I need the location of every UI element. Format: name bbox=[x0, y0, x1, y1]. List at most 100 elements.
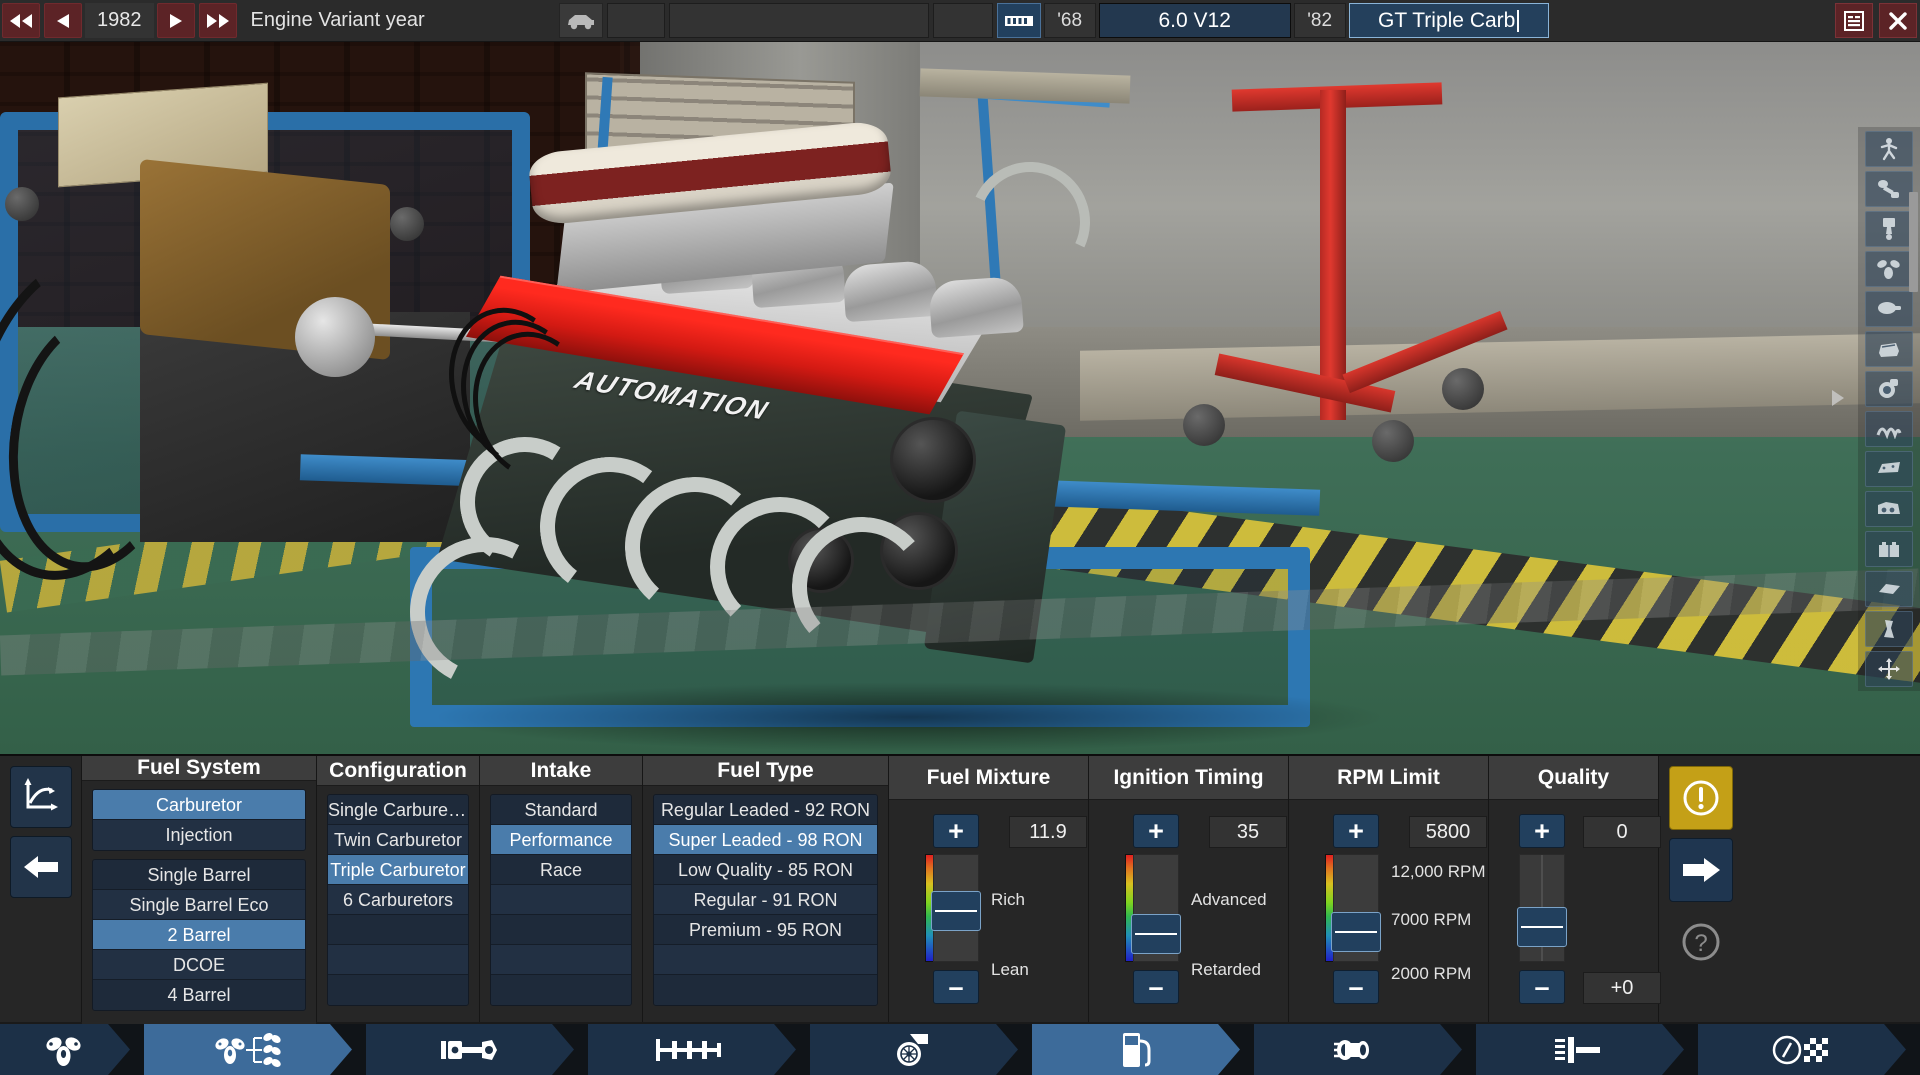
engine-variant-name-input[interactable]: GT Triple Carb bbox=[1348, 3, 1549, 38]
viewport-tool-battery-icon[interactable] bbox=[1865, 531, 1913, 567]
option-6-carburetors[interactable]: 6 Carburetors bbox=[328, 885, 468, 915]
viewport-tool-turbocharger-icon[interactable] bbox=[1865, 371, 1913, 407]
engine-year-value[interactable]: 1982 bbox=[85, 3, 154, 38]
rpm-limit-tick-mid: 7000 RPM bbox=[1391, 910, 1472, 929]
fuel-mixture-increase-button[interactable]: + bbox=[933, 814, 979, 848]
back-button[interactable] bbox=[9, 836, 72, 898]
quality-decrease-button[interactable]: – bbox=[1519, 970, 1565, 1004]
model-name-field[interactable] bbox=[668, 3, 929, 38]
quality-track[interactable] bbox=[1517, 854, 1567, 962]
rpm-limit-value[interactable]: 5800 bbox=[1409, 816, 1487, 848]
quality-value[interactable]: 0 bbox=[1583, 816, 1661, 848]
ignition-timing-value[interactable]: 35 bbox=[1209, 816, 1287, 848]
option-standard[interactable]: Standard bbox=[491, 795, 631, 825]
tab-turbocharger[interactable] bbox=[810, 1024, 1018, 1075]
ignition-timing-increase-button[interactable]: + bbox=[1133, 814, 1179, 848]
column-body: Carburetor Injection Single Barrel Singl… bbox=[82, 781, 316, 1027]
viewport-tool-piston-icon[interactable] bbox=[1865, 211, 1913, 247]
fuel-mixture-slider: + 11.9 Rich Lean – bbox=[899, 808, 1087, 1014]
next-button[interactable] bbox=[1669, 838, 1733, 902]
rpm-limit-thumb[interactable] bbox=[1331, 912, 1381, 953]
option-triple-carburetor[interactable]: Triple Carburetor bbox=[328, 855, 468, 885]
option-super-leaded-98[interactable]: Super Leaded - 98 RON bbox=[654, 825, 877, 855]
fuel-mixture-thumb[interactable] bbox=[931, 891, 981, 932]
viewport-expand-button[interactable] bbox=[1826, 387, 1848, 409]
engine-3d-viewport[interactable]: DANGER bbox=[0, 42, 1920, 754]
tab-valvetrain[interactable] bbox=[588, 1024, 796, 1075]
fuel-mixture-value[interactable]: 11.9 bbox=[1009, 816, 1087, 848]
viewport-tool-crankshaft-icon[interactable] bbox=[1865, 171, 1913, 207]
fuel-mixture-tick-lean: Lean bbox=[991, 960, 1029, 979]
engine-family-name[interactable]: 6.0 V12 bbox=[1098, 3, 1291, 38]
help-button[interactable]: ? bbox=[1669, 910, 1733, 974]
minus-icon: – bbox=[1534, 971, 1550, 1002]
viewport-tool-walk-mode-icon[interactable] bbox=[1865, 131, 1913, 167]
minus-icon: – bbox=[1348, 971, 1364, 1002]
quality-thumb[interactable] bbox=[1517, 906, 1567, 947]
tab-bottom-end[interactable] bbox=[366, 1024, 574, 1075]
option-performance[interactable]: Performance bbox=[491, 825, 631, 855]
viewport-tool-valves-icon[interactable] bbox=[1865, 251, 1913, 287]
option-single-barrel-eco[interactable]: Single Barrel Eco bbox=[93, 890, 305, 920]
tab-fuel-system-detail[interactable] bbox=[144, 1024, 352, 1075]
option-4-barrel[interactable]: 4 Barrel bbox=[93, 980, 305, 1010]
viewport-tool-move-camera-icon[interactable] bbox=[1865, 651, 1913, 687]
option-single-barrel[interactable]: Single Barrel bbox=[93, 860, 305, 890]
viewport-tool-oilpan-icon[interactable] bbox=[1865, 291, 1913, 327]
list-view-button[interactable] bbox=[1835, 3, 1873, 38]
fuel-mixture-track[interactable] bbox=[931, 854, 981, 962]
tab-fuel[interactable] bbox=[1032, 1024, 1240, 1075]
muffler-icon bbox=[1332, 1035, 1384, 1065]
option-empty bbox=[328, 945, 468, 975]
column-configuration: Configuration Single Carburetor Twin Car… bbox=[317, 756, 480, 1022]
viewport-tool-engine-block-icon[interactable] bbox=[1865, 491, 1913, 527]
option-single-carburetor[interactable]: Single Carburetor bbox=[328, 795, 468, 825]
first-year-button[interactable] bbox=[2, 3, 40, 38]
option-regular-91[interactable]: Regular - 91 RON bbox=[654, 885, 877, 915]
exhaust-headers-icon bbox=[1876, 427, 1902, 439]
muffler-icon bbox=[1884, 620, 1894, 638]
tab-results[interactable] bbox=[1698, 1024, 1906, 1075]
option-regular-leaded-92[interactable]: Regular Leaded - 92 RON bbox=[654, 795, 877, 825]
next-year-button[interactable] bbox=[156, 3, 195, 38]
engine-family-year[interactable]: '68 bbox=[1043, 3, 1096, 38]
car-button[interactable] bbox=[558, 3, 603, 38]
power-curve-button[interactable] bbox=[9, 766, 72, 828]
warning-button[interactable] bbox=[1669, 766, 1733, 830]
ignition-timing-thumb[interactable] bbox=[1131, 914, 1181, 955]
rpm-limit-decrease-button[interactable]: – bbox=[1333, 970, 1379, 1004]
rpm-limit-track[interactable] bbox=[1331, 854, 1381, 962]
option-2-barrel[interactable]: 2 Barrel bbox=[93, 920, 305, 950]
tab-exhaust[interactable] bbox=[1254, 1024, 1462, 1075]
camshaft-icon bbox=[654, 1037, 730, 1063]
viewport-tool-valve-cover-icon[interactable] bbox=[1865, 451, 1913, 487]
option-empty bbox=[654, 975, 877, 1005]
tab-tuning[interactable] bbox=[1476, 1024, 1684, 1075]
option-dcoe[interactable]: DCOE bbox=[93, 950, 305, 980]
option-race[interactable]: Race bbox=[491, 855, 631, 885]
rpm-limit-increase-button[interactable]: + bbox=[1333, 814, 1379, 848]
rpm-limit-tick-max: 12,000 RPM bbox=[1391, 862, 1486, 881]
option-low-quality-85[interactable]: Low Quality - 85 RON bbox=[654, 855, 877, 885]
top-bar-spacer-b bbox=[932, 3, 993, 38]
prev-year-button[interactable] bbox=[44, 3, 82, 38]
viewport-tool-radiator-icon[interactable] bbox=[1865, 571, 1913, 607]
fuel-mixture-decrease-button[interactable]: – bbox=[933, 970, 979, 1004]
last-year-button[interactable] bbox=[198, 3, 237, 38]
viewport-tool-intake-manifold-icon[interactable] bbox=[1865, 331, 1913, 367]
engine-variant-year[interactable]: '82 bbox=[1293, 3, 1346, 38]
tab-fuel-system-overview[interactable] bbox=[0, 1024, 130, 1075]
quality-increase-button[interactable]: + bbox=[1519, 814, 1565, 848]
close-button[interactable] bbox=[1879, 3, 1917, 38]
option-carburetor[interactable]: Carburetor bbox=[93, 790, 305, 820]
ignition-timing-track[interactable] bbox=[1131, 854, 1181, 962]
viewport-scrollbar[interactable] bbox=[1909, 192, 1918, 292]
option-premium-95[interactable]: Premium - 95 RON bbox=[654, 915, 877, 945]
option-injection[interactable]: Injection bbox=[93, 820, 305, 850]
option-twin-carburetor[interactable]: Twin Carburetor bbox=[328, 825, 468, 855]
ignition-timing-decrease-button[interactable]: – bbox=[1133, 970, 1179, 1004]
engine-family-button[interactable] bbox=[996, 3, 1041, 38]
viewport-tool-muffler-icon[interactable] bbox=[1865, 611, 1913, 647]
viewport-tool-exhaust-headers-icon[interactable] bbox=[1865, 411, 1913, 447]
ignition-timing-tick-advanced: Advanced bbox=[1191, 890, 1267, 909]
